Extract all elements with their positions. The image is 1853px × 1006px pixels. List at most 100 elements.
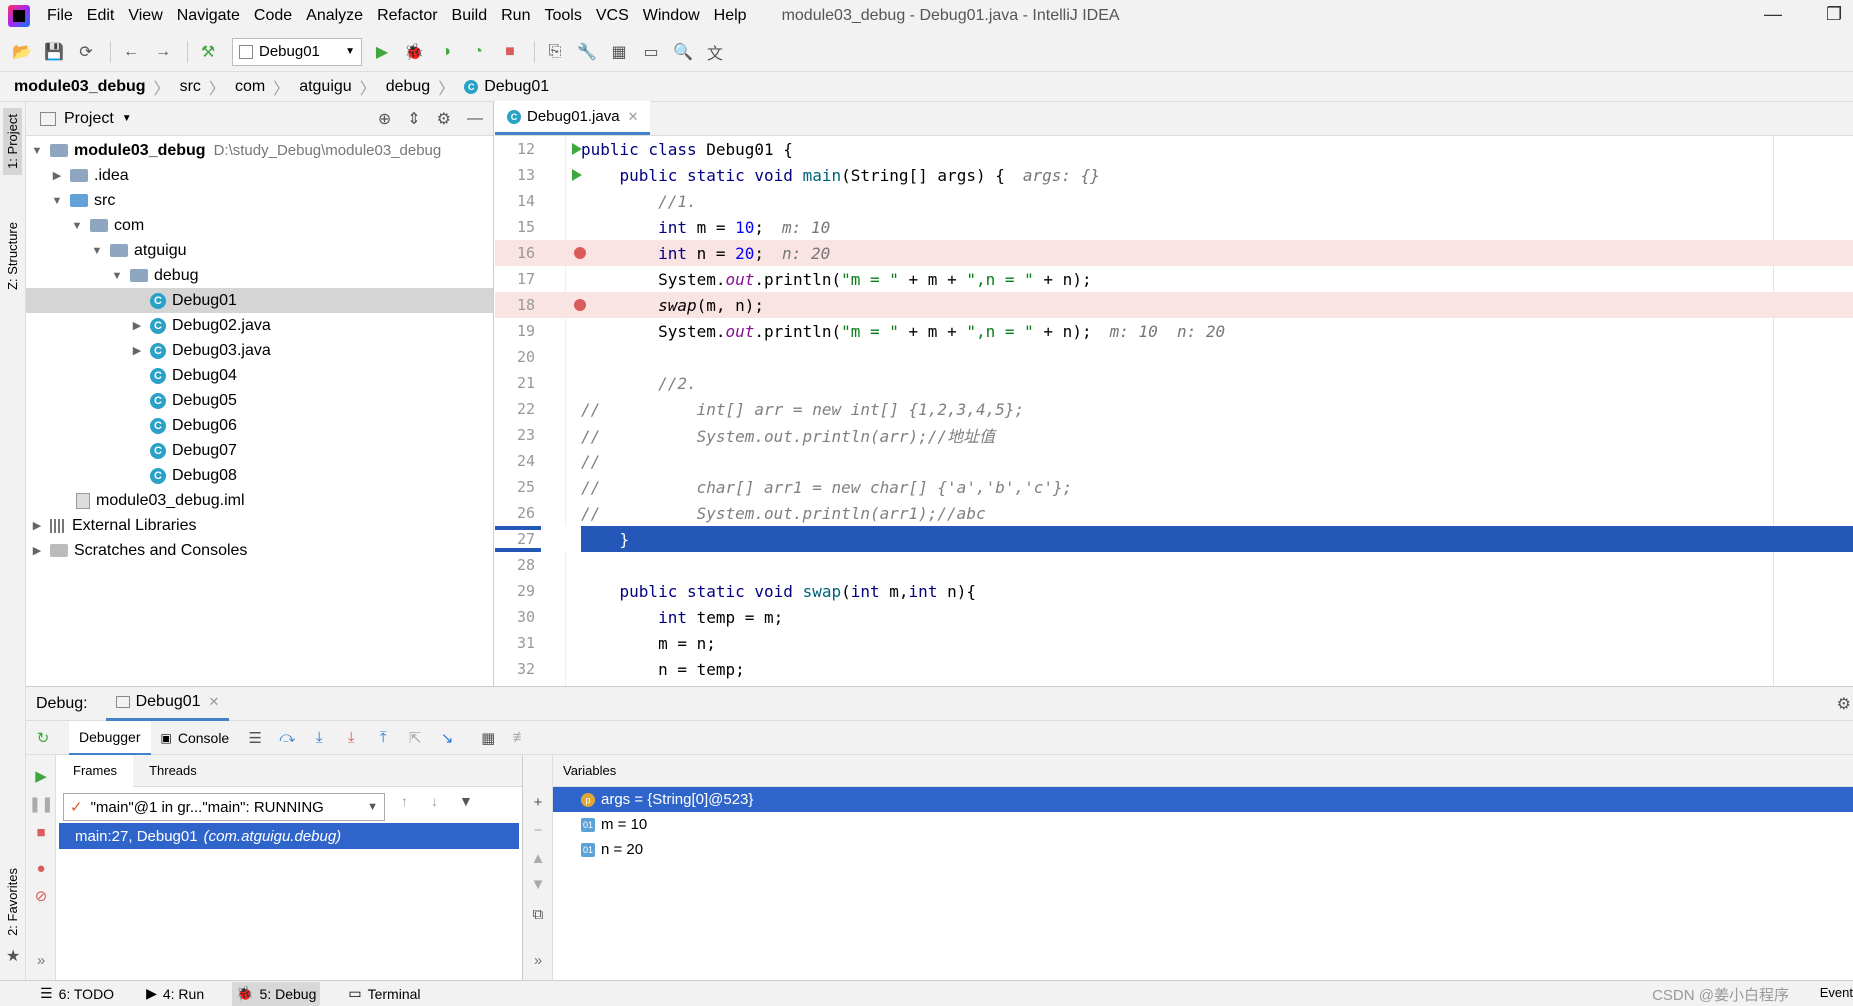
forward-icon[interactable]: → — [149, 38, 177, 66]
step-into-icon[interactable]: ⤓ — [308, 727, 330, 749]
run-icon[interactable]: ▶ — [368, 38, 396, 66]
mute-breakpoints-icon[interactable]: ⊘ — [32, 887, 50, 905]
variable-row[interactable]: p args = {String[0]@523} — [553, 787, 1853, 812]
close-icon[interactable]: ✕ — [209, 694, 220, 710]
menu-tools[interactable]: Tools — [537, 7, 588, 25]
locate-icon[interactable]: ⊕ — [378, 109, 391, 129]
profile-icon[interactable]: ◔ — [464, 38, 492, 66]
menu-refactor[interactable]: Refactor — [370, 7, 444, 25]
editor-tab-debug01[interactable]: C Debug01.java ✕ — [495, 101, 651, 135]
run-tool-button[interactable]: ▶ 4: Run — [142, 982, 208, 1006]
tab-structure[interactable]: Z: Structure — [3, 216, 22, 296]
build-hammer-icon[interactable]: ⚒ — [194, 38, 222, 66]
copy-icon[interactable]: ⧉ — [529, 905, 547, 923]
collapse-all-icon[interactable]: ⇕ — [407, 109, 420, 129]
save-icon[interactable]: 💾 — [40, 38, 68, 66]
search-icon[interactable]: 🔍 — [669, 38, 697, 66]
menu-navigate[interactable]: Navigate — [170, 7, 247, 25]
menu-run[interactable]: Run — [494, 7, 537, 25]
tree-item-debug05[interactable]: C Debug05 — [26, 388, 493, 413]
tree-item-debug06[interactable]: C Debug06 — [26, 413, 493, 438]
plus-icon[interactable]: + — [529, 793, 547, 811]
tree-item-scratches[interactable]: ▶ Scratches and Consoles — [26, 538, 493, 563]
coverage-icon[interactable]: ◑ — [432, 38, 460, 66]
minus-icon[interactable]: − — [529, 821, 547, 839]
debug-tool-button[interactable]: 🐞 5: Debug — [232, 981, 321, 1006]
drop-frame-icon[interactable]: ⇱ — [404, 727, 426, 749]
chevron-right-icon[interactable]: ▶ — [30, 544, 44, 557]
tree-item-debug04[interactable]: C Debug04 — [26, 363, 493, 388]
tab-console[interactable]: ▣ Console — [151, 721, 240, 755]
tab-debugger[interactable]: Debugger — [69, 720, 151, 755]
tab-project[interactable]: 1: Project — [3, 108, 22, 175]
tree-item-src[interactable]: ▼ src — [26, 188, 493, 213]
tree-item-atguigu[interactable]: ▼ atguigu — [26, 238, 493, 263]
breadcrumb-class[interactable]: Debug01 — [484, 78, 549, 96]
menu-file[interactable]: File — [40, 7, 80, 25]
debug-session-tab[interactable]: Debug01 ✕ — [105, 687, 230, 721]
translate-icon[interactable]: 文 — [701, 38, 729, 66]
menu-view[interactable]: View — [121, 7, 169, 25]
rerun-icon[interactable]: ↻ — [32, 727, 54, 749]
arrow-up-icon[interactable]: ↑ — [401, 793, 408, 809]
tree-item-idea[interactable]: ▶ .idea — [26, 163, 493, 188]
stop-icon[interactable]: ■ — [496, 38, 524, 66]
terminal-tool-button[interactable]: ▭ Terminal — [344, 982, 424, 1006]
hide-icon[interactable]: — — [467, 110, 483, 128]
tree-item-debug[interactable]: ▼ debug — [26, 263, 493, 288]
minimize-button[interactable]: — — [1764, 4, 1782, 25]
attach-debugger-icon[interactable]: ⎘ — [541, 38, 569, 66]
tab-threads[interactable]: Threads — [133, 763, 213, 778]
chevron-right-icon[interactable]: ▶ — [50, 169, 64, 182]
evaluate-expression-icon[interactable]: ▦ — [477, 727, 499, 749]
event-log-button[interactable]: Event — [1820, 985, 1853, 1000]
menu-vcs[interactable]: VCS — [589, 7, 636, 25]
gear-icon[interactable]: ⚙ — [437, 109, 451, 129]
breadcrumb-atguigu[interactable]: atguigu — [299, 78, 352, 96]
run-gutter-icon[interactable] — [572, 143, 582, 155]
terminal-frame-icon[interactable]: ▭ — [637, 38, 665, 66]
breadcrumb-debug[interactable]: debug — [386, 78, 431, 96]
pause-icon[interactable]: ❚❚ — [28, 795, 53, 813]
tab-frames[interactable]: Frames — [57, 754, 134, 787]
close-icon[interactable]: ✕ — [628, 109, 639, 125]
breakpoint-icon[interactable] — [574, 247, 586, 259]
gear-icon[interactable]: ⚙ — [1837, 694, 1851, 714]
arrow-down-icon[interactable]: ▼ — [529, 875, 547, 893]
tree-item-external-libraries[interactable]: ▶ External Libraries — [26, 513, 493, 538]
settings-wrench-icon[interactable]: 🔧 — [573, 38, 601, 66]
tree-item-debug01[interactable]: C Debug01 — [26, 288, 493, 313]
step-out-icon[interactable]: ⤒ — [372, 727, 394, 749]
menu-code[interactable]: Code — [247, 7, 299, 25]
chevron-down-icon[interactable]: ▼ — [70, 220, 84, 232]
todo-tool-button[interactable]: ☰ 6: TODO — [36, 982, 118, 1006]
chevron-right-icon[interactable]: ▶ — [130, 344, 144, 357]
tree-item-debug02[interactable]: ▶ C Debug02.java — [26, 313, 493, 338]
chevron-down-icon[interactable]: ▼ — [90, 245, 104, 257]
chevron-right-icon[interactable]: ▶ — [130, 319, 144, 332]
more-icon[interactable]: » — [32, 951, 50, 969]
chevron-down-icon[interactable]: ▼ — [30, 145, 44, 157]
project-structure-icon[interactable]: ▦ — [605, 38, 633, 66]
run-gutter-icon[interactable] — [572, 169, 582, 181]
stack-frame-row[interactable]: main:27, Debug01 (com.atguigu.debug) — [59, 823, 519, 849]
trace-stream-icon[interactable]: ≢ — [509, 727, 531, 749]
back-icon[interactable]: ← — [117, 38, 145, 66]
chevron-right-icon[interactable]: ▶ — [30, 519, 44, 532]
breadcrumb-com[interactable]: com — [235, 78, 265, 96]
variable-row[interactable]: 01 m = 10 — [553, 812, 1853, 837]
tree-item-com[interactable]: ▼ com — [26, 213, 493, 238]
run-to-cursor-icon[interactable]: ↘ — [436, 727, 458, 749]
debug-bug-icon[interactable]: 🐞 — [400, 38, 428, 66]
menu-help[interactable]: Help — [707, 7, 754, 25]
sync-icon[interactable]: ⟳ — [72, 38, 100, 66]
menu-window[interactable]: Window — [636, 7, 707, 25]
arrow-up-icon[interactable]: ▲ — [529, 849, 547, 867]
run-config-select[interactable]: Debug01 ▼ — [232, 37, 362, 66]
chevron-down-icon[interactable]: ▼ — [110, 270, 124, 282]
menu-build[interactable]: Build — [445, 7, 495, 25]
menu-edit[interactable]: Edit — [80, 7, 122, 25]
chevron-down-icon[interactable]: ▼ — [122, 113, 132, 124]
force-step-into-icon[interactable]: ⤓ — [340, 727, 362, 749]
menu-analyze[interactable]: Analyze — [299, 7, 370, 25]
